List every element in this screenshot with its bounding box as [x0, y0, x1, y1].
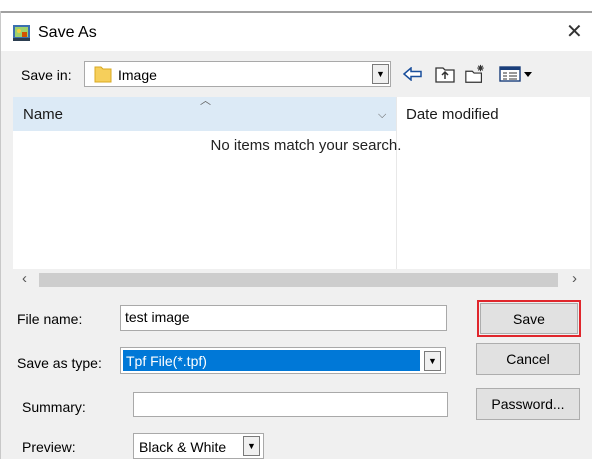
- summary-input[interactable]: [133, 392, 448, 417]
- column-divider: [396, 97, 397, 269]
- save-in-label: Save in:: [21, 67, 72, 83]
- summary-label: Summary:: [22, 399, 86, 415]
- scrollbar-thumb[interactable]: [39, 273, 558, 287]
- preview-value: Black & White: [139, 439, 227, 455]
- column-name-label: Name: [23, 106, 64, 123]
- empty-list-message: No items match your search.: [210, 137, 402, 154]
- save-in-value: Image: [118, 67, 157, 83]
- close-icon[interactable]: ✕: [566, 20, 583, 44]
- file-name-input[interactable]: test image: [120, 305, 447, 331]
- chevron-down-icon[interactable]: ⌵: [378, 109, 386, 122]
- file-name-label: File name:: [17, 311, 83, 327]
- up-folder-icon[interactable]: [434, 63, 456, 85]
- chevron-down-icon[interactable]: ▼: [243, 436, 260, 456]
- save-button[interactable]: Save: [480, 303, 578, 334]
- scroll-right-icon[interactable]: ›: [572, 270, 577, 287]
- view-menu-icon[interactable]: [498, 63, 538, 85]
- app-icon: [12, 23, 32, 43]
- window-title: Save As: [38, 24, 97, 41]
- preview-label: Preview:: [22, 439, 76, 455]
- chevron-down-icon[interactable]: ▼: [424, 351, 441, 371]
- folder-icon: [94, 64, 112, 83]
- column-date-modified-label[interactable]: Date modified: [406, 105, 499, 125]
- password-button[interactable]: Password...: [476, 388, 580, 420]
- back-arrow-icon[interactable]: [402, 63, 424, 85]
- save-as-type-label: Save as type:: [17, 355, 102, 371]
- scroll-left-icon[interactable]: ‹: [22, 270, 27, 287]
- new-folder-icon[interactable]: [464, 63, 486, 85]
- save-as-type-value: Tpf File(*.tpf): [126, 353, 207, 369]
- cancel-button[interactable]: Cancel: [476, 343, 580, 375]
- sort-ascending-icon: ︿: [200, 95, 211, 107]
- chevron-down-icon[interactable]: ▼: [372, 64, 389, 84]
